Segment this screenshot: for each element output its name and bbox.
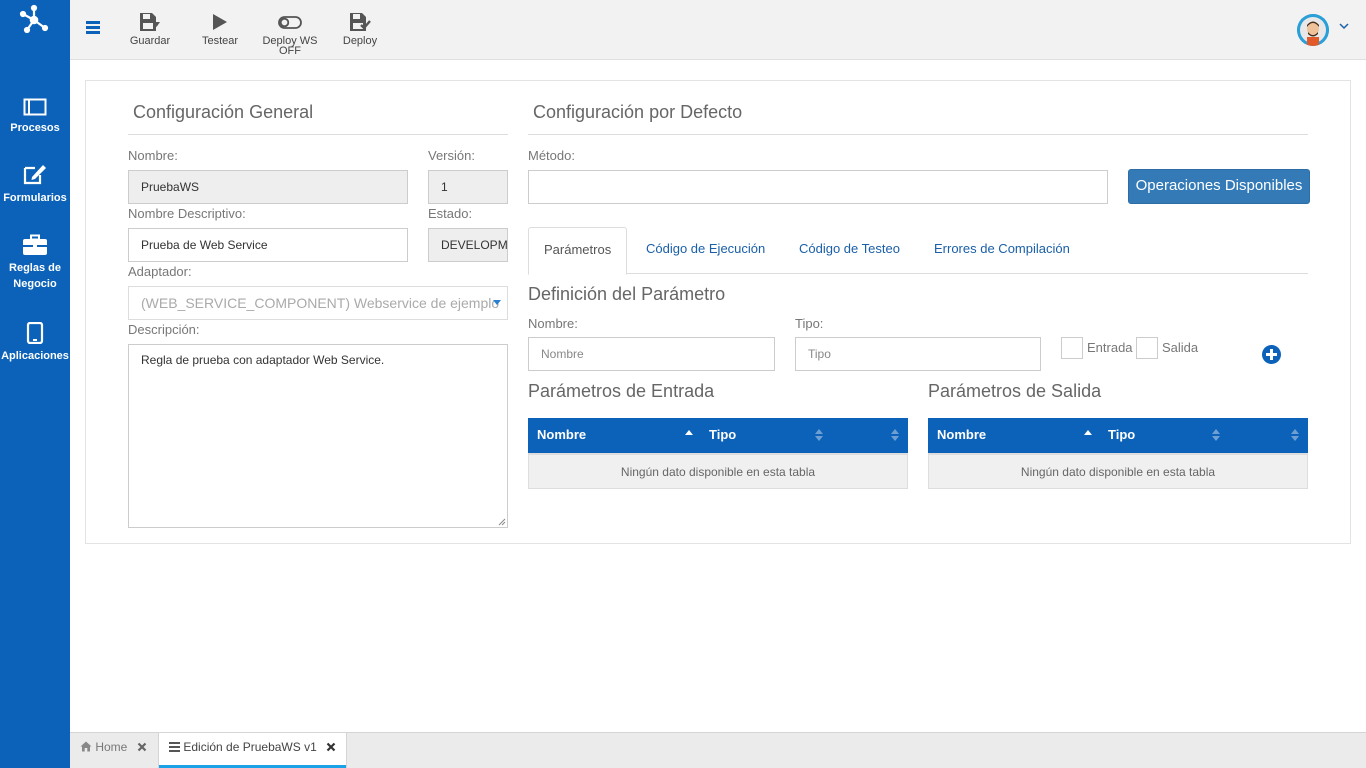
config-defecto-title: Configuración por Defecto: [533, 102, 743, 122]
adaptador-select[interactable]: (WEB_SERVICE_COMPONENT) Webservice de ej…: [128, 286, 508, 320]
tablet-icon: [26, 322, 44, 344]
nombre-field[interactable]: PruebaWS: [128, 170, 408, 204]
tab-codigo-ejecucion[interactable]: Código de Ejecución: [631, 227, 780, 274]
divider: [128, 134, 508, 135]
entrada-label: Entrada: [1087, 340, 1133, 355]
play-icon: [213, 14, 227, 30]
edit-form-icon: [23, 165, 46, 185]
save-icon: [140, 13, 160, 31]
nombre-label: Nombre:: [128, 148, 178, 163]
sort-icon[interactable]: [891, 429, 899, 441]
config-general-title: Configuración General: [133, 102, 314, 122]
descripcion-textarea[interactable]: Regla de prueba con adaptador Web Servic…: [128, 344, 508, 528]
menu-icon[interactable]: [86, 21, 100, 35]
version-label: Versión:: [428, 148, 475, 163]
sort-asc-icon[interactable]: [1084, 430, 1092, 435]
tab-parametros[interactable]: Parámetros: [528, 227, 628, 275]
avatar-icon: [1297, 14, 1329, 46]
col-tipo[interactable]: Tipo: [709, 418, 736, 451]
procesos-icon: [23, 98, 47, 116]
nombre-descriptivo-label: Nombre Descriptivo:: [128, 206, 246, 221]
guardar-button[interactable]: Guardar: [128, 12, 172, 47]
deploy-label: Deploy: [342, 35, 378, 47]
bottom-tab-bar: Home Edición de PruebaWS v1: [70, 732, 1366, 768]
sidebar-item-reglas-de-negocio[interactable]: Reglas de Negocio: [0, 234, 70, 292]
sidebar-item-label: Formularios: [3, 192, 67, 204]
app-logo-icon[interactable]: [17, 4, 51, 34]
deploy-ws-state: OFF: [279, 45, 301, 57]
deploy-ws-toggle[interactable]: Deploy WS OFF: [258, 12, 322, 57]
deploy-button[interactable]: Deploy: [338, 12, 382, 47]
operaciones-disponibles-button[interactable]: Operaciones Disponibles: [1128, 169, 1310, 204]
col-nombre[interactable]: Nombre: [937, 418, 986, 451]
estado-label: Estado:: [428, 206, 473, 221]
testear-label: Testear: [201, 35, 239, 47]
tab-home[interactable]: Home: [70, 733, 158, 768]
parametros-salida-title: Parámetros de Salida: [928, 381, 1102, 401]
param-tipo-label: Tipo:: [795, 316, 824, 331]
salida-table-header: Nombre Tipo: [928, 418, 1308, 453]
tab-edicion-pruebaws[interactable]: Edición de PruebaWS v1: [158, 733, 347, 768]
definicion-parametro-title: Definición del Parámetro: [528, 284, 726, 304]
param-nombre-label: Nombre:: [528, 316, 578, 331]
salida-empty-row: Ningún dato disponible en esta tabla: [928, 453, 1308, 489]
testear-button[interactable]: Testear: [198, 12, 242, 47]
tab-edicion-label: Edición de PruebaWS v1: [183, 740, 317, 754]
descripcion-text: Regla de prueba con adaptador Web Servic…: [141, 353, 385, 367]
nombre-descriptivo-field[interactable]: Prueba de Web Service: [128, 228, 408, 262]
tab-errores-compilacion[interactable]: Errores de Compilación: [919, 227, 1085, 274]
tab-home-label: Home: [95, 740, 128, 754]
estado-field[interactable]: DEVELOPMENT: [428, 228, 508, 262]
sidebar: Procesos Formularios Reglas de Negocio A…: [0, 0, 70, 768]
param-tipo-input[interactable]: Tipo: [795, 337, 1041, 371]
rule-editor-panel: Configuración General Nombre: Versión: P…: [85, 80, 1351, 544]
briefcase-icon: [23, 234, 47, 255]
col-nombre[interactable]: Nombre: [537, 418, 586, 451]
parametros-entrada-title: Parámetros de Entrada: [528, 381, 715, 401]
sidebar-item-label: Procesos: [10, 122, 60, 134]
resize-handle-icon[interactable]: [498, 518, 506, 526]
home-icon: [80, 741, 92, 752]
sort-icon[interactable]: [1212, 429, 1220, 441]
descripcion-label: Descripción:: [128, 322, 200, 337]
deploy-save-check-icon: [350, 13, 371, 31]
tab-codigo-testeo[interactable]: Código de Testeo: [784, 227, 915, 274]
version-field[interactable]: 1: [428, 170, 508, 204]
adaptador-label: Adaptador:: [128, 264, 192, 279]
col-tipo[interactable]: Tipo: [1108, 418, 1135, 451]
sort-icon[interactable]: [815, 429, 823, 441]
sidebar-item-label: Reglas de Negocio: [9, 262, 61, 290]
salida-label: Salida: [1162, 340, 1199, 355]
list-icon: [169, 742, 180, 752]
metodo-label: Método:: [528, 148, 575, 163]
sort-asc-icon[interactable]: [685, 430, 693, 435]
top-toolbar: Guardar Testear Deploy WS OFF Deploy: [70, 0, 1366, 60]
user-avatar[interactable]: [1297, 14, 1329, 46]
divider: [528, 134, 1308, 135]
entrada-checkbox[interactable]: [1061, 337, 1083, 359]
caret-down-icon: [493, 300, 501, 305]
add-parameter-plus-icon[interactable]: [1262, 345, 1281, 364]
param-nombre-input[interactable]: Nombre: [528, 337, 775, 371]
adaptador-selected-value: (WEB_SERVICE_COMPONENT) Webservice de ej…: [141, 295, 500, 311]
sidebar-item-label: Aplicaciones: [1, 350, 69, 362]
sidebar-item-formularios[interactable]: Formularios: [0, 162, 70, 206]
entrada-table-header: Nombre Tipo: [528, 418, 908, 453]
toggle-off-icon: [278, 16, 302, 29]
metodo-field[interactable]: [528, 170, 1108, 204]
sidebar-item-procesos[interactable]: Procesos: [0, 98, 70, 136]
close-icon[interactable]: [137, 742, 147, 752]
close-icon[interactable]: [326, 742, 336, 752]
salida-checkbox[interactable]: [1136, 337, 1158, 359]
entrada-empty-row: Ningún dato disponible en esta tabla: [528, 453, 908, 489]
config-tabs: Parámetros Código de Ejecución Código de…: [528, 227, 1308, 275]
sidebar-item-aplicaciones[interactable]: Aplicaciones: [0, 322, 70, 364]
chevron-down-icon[interactable]: [1339, 22, 1349, 30]
sort-icon[interactable]: [1291, 429, 1299, 441]
guardar-label: Guardar: [129, 35, 171, 47]
